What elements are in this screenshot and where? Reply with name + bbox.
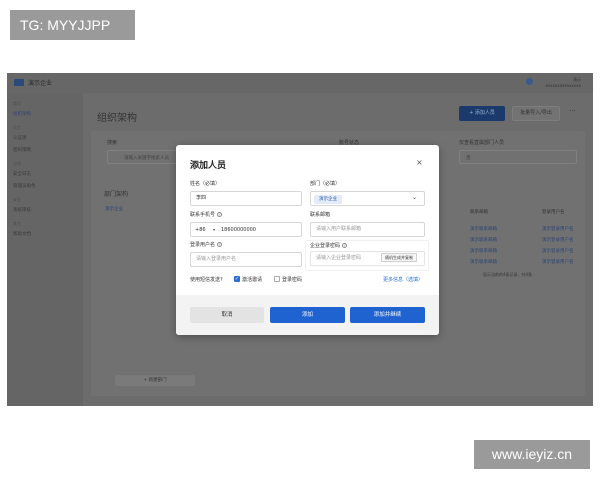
dept-tag[interactable]: 演示企业 (314, 195, 342, 204)
table-cell: 演示联系邮箱 (470, 238, 497, 243)
add-button[interactable]: 添加 (270, 307, 345, 323)
phone-label: 联系手机号? (190, 211, 223, 218)
sidebar-item-admin-role[interactable]: 管理员角色 (13, 183, 36, 189)
login-field[interactable]: 请输入登录用户名 (190, 252, 302, 267)
filter-label: 仅查看直属部门人员 (459, 140, 505, 146)
table-cell: 演示登录用户名 (542, 260, 574, 265)
invite-checkbox[interactable]: ✓ (234, 276, 240, 282)
watermark-bottom-right: www.ieyiz.cn (474, 440, 590, 469)
invite-label: 激活邀请 (242, 277, 263, 283)
email-field[interactable]: 请输入用户联系邮箱 (310, 222, 425, 237)
table-cell: 演示登录用户名 (542, 249, 574, 254)
pagination-info: 显示当前的4条记录，共4条 (483, 272, 533, 277)
phone-label-text: 联系手机号 (190, 212, 216, 218)
user-account: xxxxxxxxxxxxxxx (545, 83, 581, 88)
password-checkbox[interactable] (274, 276, 280, 282)
sidebar-item-security-log[interactable]: 安全日志 (13, 171, 31, 177)
help-icon[interactable]: ? (220, 277, 223, 283)
help-icon[interactable]: ? (217, 242, 223, 247)
sidebar-item-auth[interactable]: 认证源 (13, 135, 27, 141)
dept-tree-item[interactable]: 演示企业 (105, 206, 123, 212)
page-title: 组织架构 (97, 113, 137, 124)
table-cell: 演示登录用户名 (542, 238, 574, 243)
sidebar: 首页 组织架构 员工 认证源 密码策略 应用 安全日志 管理员角色 安全 系统审… (7, 93, 83, 406)
more-info-link[interactable]: 更多信息（选填） (383, 276, 423, 283)
login-label: 登录用户名? (190, 241, 223, 248)
dialog-title: 添加人员 (190, 161, 227, 171)
add-continue-button[interactable]: 添加并继续 (350, 307, 425, 323)
help-icon[interactable]: ? (342, 243, 348, 248)
country-code[interactable]: +86 (195, 227, 206, 233)
pwd-label: 企业登录密码? (310, 242, 348, 249)
app-logo-icon (14, 79, 24, 86)
table-cell: 演示联系邮箱 (470, 249, 497, 254)
generate-password-button[interactable]: 随机生成并复制 (381, 253, 417, 262)
sidebar-item-org[interactable]: 组织架构 (13, 111, 31, 117)
add-user-dialog: 添加人员 × 姓名（必填） 李四 部门（必填） 演示企业 ⌄ 联系手机号? +8… (176, 145, 439, 335)
user-info[interactable]: 演示 xxxxxxxxxxxxxxx (545, 77, 581, 89)
help-icon[interactable]: ? (217, 212, 223, 217)
chevron-down-icon[interactable]: ⌄ (412, 194, 417, 201)
watermark-top-left: TG: MYYJJPP (10, 10, 135, 40)
dept-tree-title: 部门架构 (104, 191, 129, 198)
table-cell: 演示联系邮箱 (470, 260, 497, 265)
avatar[interactable] (526, 78, 533, 85)
login-label-text: 登录用户名 (190, 242, 216, 248)
sms-label: 使用短信发送? (190, 276, 223, 283)
dept-label: 部门（必填） (310, 181, 341, 187)
col-header-email: 联系邮箱 (470, 210, 488, 215)
name-label: 姓名（必填） (190, 181, 221, 187)
col-header-login: 登录用户名 (542, 210, 565, 215)
add-user-button[interactable]: + 添加人员 (459, 106, 505, 121)
sidebar-group: 应用 (13, 161, 21, 166)
batch-import-button[interactable]: 批量导入/导出 (512, 106, 560, 121)
sidebar-group: 首页 (13, 101, 21, 106)
app-topbar: 演示企业 演示 xxxxxxxxxxxxxxx (7, 73, 593, 93)
app-name: 演示企业 (28, 80, 53, 87)
password-option-label: 登录密码 (282, 277, 303, 283)
table-cell: 演示联系邮箱 (470, 227, 497, 232)
app-screenshot: 演示企业 演示 xxxxxxxxxxxxxxx 首页 组织架构 员工 认证源 密… (7, 73, 593, 406)
table-cell: 演示登录用户名 (542, 227, 574, 232)
sidebar-group: 员工 (13, 125, 21, 130)
phone-value: 18600000000 (221, 227, 256, 233)
chevron-down-icon[interactable]: ▾ (213, 227, 215, 232)
name-field[interactable]: 李四 (190, 191, 302, 206)
sidebar-item-audit[interactable]: 系统审核 (13, 207, 31, 213)
sms-label-text: 使用短信发送 (190, 277, 221, 283)
pwd-label-text: 企业登录密码 (310, 243, 341, 249)
sidebar-group: 安全 (13, 197, 21, 202)
filter-select[interactable]: 否 (459, 150, 577, 164)
close-icon[interactable]: × (416, 158, 423, 167)
cancel-button[interactable]: 取消 (190, 307, 264, 323)
email-label: 联系邮箱 (310, 212, 331, 218)
sidebar-item-help[interactable]: 帮助文档 (13, 231, 31, 237)
sidebar-group: 其它 (13, 221, 21, 226)
sidebar-item-pwd-policy[interactable]: 密码策略 (13, 147, 31, 153)
new-dept-button[interactable]: + 新建部门 (115, 375, 195, 386)
search-label: 搜索 (107, 140, 118, 146)
more-icon[interactable]: ··· (569, 107, 576, 115)
